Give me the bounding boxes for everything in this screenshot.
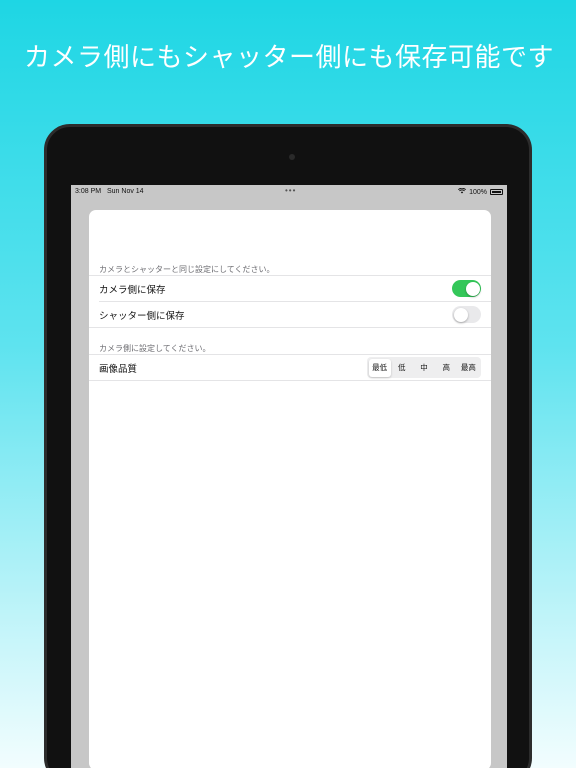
image-quality-row: 画像品質 最低 低 中 高 最高: [99, 355, 491, 380]
image-quality-label: 画像品質: [99, 363, 138, 375]
quality-option-low[interactable]: 低: [391, 359, 413, 377]
shutter-save-row: シャッター側に保存: [99, 302, 491, 327]
shutter-save-label: シャッター側に保存: [99, 310, 185, 322]
battery-icon: [490, 189, 503, 195]
shutter-save-toggle[interactable]: [452, 306, 481, 323]
status-bar: 3:08 PM Sun Nov 14 ••• 100%: [71, 185, 507, 199]
multitasking-dots-icon[interactable]: •••: [285, 186, 296, 195]
quality-option-high[interactable]: 高: [435, 359, 457, 377]
quality-option-medium[interactable]: 中: [413, 359, 435, 377]
camera-save-toggle[interactable]: [452, 280, 481, 297]
toggle-knob: [453, 307, 468, 322]
status-time: 3:08 PM: [75, 188, 102, 195]
group1-header: カメラとシャッターと同じ設定にしてください。: [99, 265, 275, 274]
quality-option-lowest[interactable]: 最低: [368, 358, 391, 377]
settings-sheet: カメラとシャッターと同じ設定にしてください。 カメラ側に保存 シャッター側に保存…: [89, 210, 491, 768]
status-right: 100%: [458, 187, 503, 196]
quality-option-highest[interactable]: 最高: [457, 359, 479, 377]
image-quality-segmented-control: 最低 低 中 高 最高: [367, 357, 481, 378]
status-date: Sun Nov 14: [107, 188, 144, 195]
separator: [89, 327, 491, 328]
promo-headline: カメラ側にもシャッター側にも保存可能です: [24, 43, 555, 73]
camera-save-label: カメラ側に保存: [99, 284, 166, 296]
front-camera: [289, 154, 295, 160]
ipad-frame: 3:08 PM Sun Nov 14 ••• 100% カメラとシャッターと同じ…: [44, 124, 532, 768]
separator: [89, 380, 491, 381]
wifi-icon: [458, 187, 467, 196]
ipad-screen: 3:08 PM Sun Nov 14 ••• 100% カメラとシャッターと同じ…: [71, 185, 507, 768]
camera-save-row: カメラ側に保存: [99, 276, 491, 301]
group2-header: カメラ側に設定してください。: [99, 344, 211, 353]
toggle-knob: [465, 281, 480, 296]
battery-percentage: 100%: [469, 188, 487, 196]
